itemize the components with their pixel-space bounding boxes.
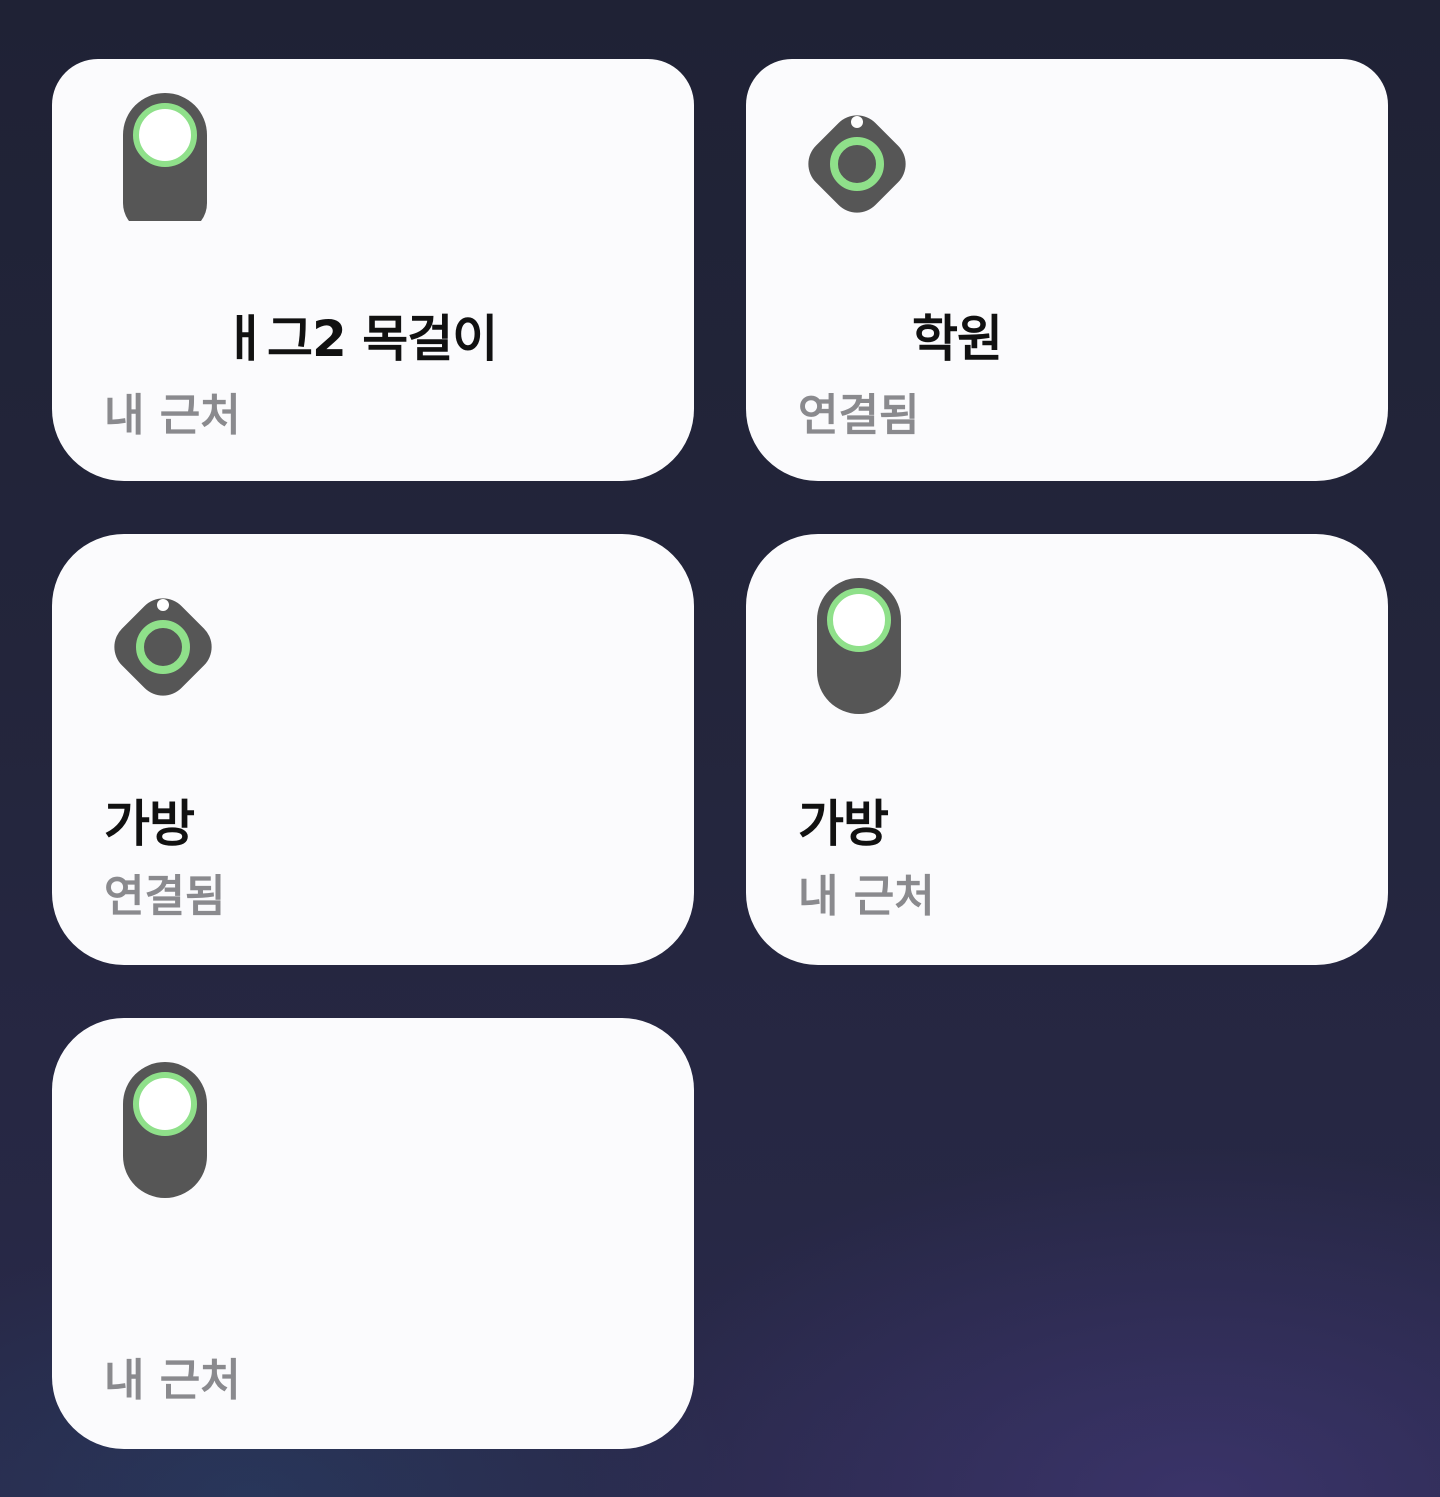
device-card[interactable]: 가방 연결됨 bbox=[52, 534, 694, 965]
device-card[interactable]: 가방 내 근처 bbox=[746, 534, 1388, 965]
device-name: 가방 bbox=[104, 795, 195, 853]
device-name: 가방 bbox=[798, 795, 889, 853]
tag-pill-icon bbox=[123, 1062, 207, 1198]
tag-diamond-icon bbox=[798, 105, 916, 223]
device-name: 학원 bbox=[912, 310, 1003, 368]
device-name: ㅐ그2 목걸이 bbox=[222, 310, 498, 368]
device-card[interactable]: ㅐ그2 목걸이 내 근처 bbox=[52, 59, 694, 481]
device-status: 내 근처 bbox=[104, 1355, 241, 1406]
device-card[interactable]: 내 근처 bbox=[52, 1018, 694, 1449]
device-status: 내 근처 bbox=[104, 390, 241, 441]
device-status: 내 근처 bbox=[798, 871, 935, 922]
tag-pill-icon bbox=[817, 578, 901, 714]
device-status: 연결됨 bbox=[798, 390, 920, 441]
tag-pill-icon bbox=[123, 93, 207, 221]
tag-diamond-icon bbox=[104, 588, 222, 706]
device-card[interactable]: 학원 연결됨 bbox=[746, 59, 1388, 481]
device-status: 연결됨 bbox=[104, 871, 226, 922]
